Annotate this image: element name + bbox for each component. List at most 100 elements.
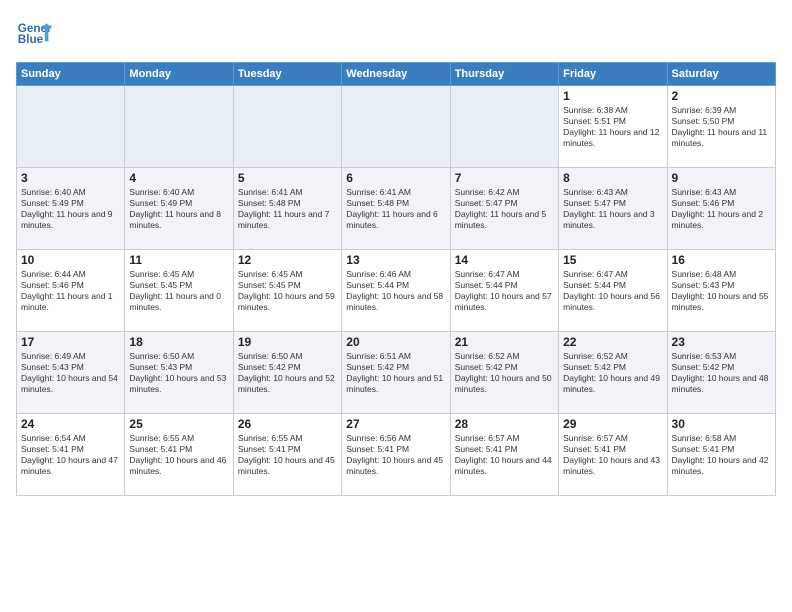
calendar-cell: 16Sunrise: 6:48 AMSunset: 5:43 PMDayligh… bbox=[667, 250, 775, 332]
day-info: Sunrise: 6:43 AM bbox=[563, 187, 662, 198]
day-number: 18 bbox=[129, 335, 228, 349]
day-number: 19 bbox=[238, 335, 337, 349]
calendar-cell: 21 Sunrise: 6:52 AMSunset: 5:42 PMDayligh… bbox=[450, 332, 558, 414]
calendar-cell: 28Sunrise: 6:57 AMSunset: 5:41 PMDayligh… bbox=[450, 414, 558, 496]
day-number: 10 bbox=[21, 253, 120, 267]
day-number: 20 bbox=[346, 335, 445, 349]
calendar-cell: 5Sunrise: 6:41 AMSunset: 5:48 PMDaylight… bbox=[233, 168, 341, 250]
day-info: Daylight: 11 hours and 11 minutes. bbox=[672, 127, 771, 149]
day-info: Sunrise: 6:57 AM bbox=[455, 433, 554, 444]
day-info: Sunset: 5:49 PM bbox=[21, 198, 120, 209]
svg-text:Blue: Blue bbox=[18, 33, 44, 46]
day-info: Sunrise: 6:45 AM bbox=[129, 269, 228, 280]
day-info: Daylight: 10 hours and 56 minutes. bbox=[563, 291, 662, 313]
calendar-cell: 15Sunrise: 6:47 AMSunset: 5:44 PMDayligh… bbox=[559, 250, 667, 332]
day-number: 4 bbox=[129, 171, 228, 185]
weekday-header-sunday: Sunday bbox=[17, 63, 125, 86]
calendar-cell: 14Sunrise: 6:47 AMSunset: 5:44 PMDayligh… bbox=[450, 250, 558, 332]
day-number: 13 bbox=[346, 253, 445, 267]
weekday-header-wednesday: Wednesday bbox=[342, 63, 450, 86]
day-number: 16 bbox=[672, 253, 771, 267]
day-info: Daylight: 11 hours and 0 minutes. bbox=[129, 291, 228, 313]
calendar-cell bbox=[125, 86, 233, 168]
calendar-week-3: 10Sunrise: 6:44 AMSunset: 5:46 PMDayligh… bbox=[17, 250, 776, 332]
day-number: 30 bbox=[672, 417, 771, 431]
day-info: Daylight: 10 hours and 43 minutes. bbox=[563, 455, 662, 477]
day-number: 1 bbox=[563, 89, 662, 103]
day-info: Sunrise: 6:41 AM bbox=[238, 187, 337, 198]
day-info: Sunset: 5:47 PM bbox=[455, 198, 554, 209]
day-info: Sunset: 5:48 PM bbox=[238, 198, 337, 209]
day-info: Sunrise: 6:50 AM bbox=[129, 351, 228, 362]
day-number: 2 bbox=[672, 89, 771, 103]
day-number: 8 bbox=[563, 171, 662, 185]
calendar-cell: 19Sunrise: 6:50 AMSunset: 5:42 PMDayligh… bbox=[233, 332, 341, 414]
day-number: 11 bbox=[129, 253, 228, 267]
day-info: Daylight: 10 hours and 44 minutes. bbox=[455, 455, 554, 477]
day-info: Sunrise: 6:49 AM bbox=[21, 351, 120, 362]
day-info: Sunrise: 6:40 AM bbox=[21, 187, 120, 198]
calendar-cell: 2Sunrise: 6:39 AMSunset: 5:50 PMDaylight… bbox=[667, 86, 775, 168]
day-info: Daylight: 10 hours and 49 minutes. bbox=[563, 373, 662, 395]
calendar-cell: 23Sunrise: 6:53 AMSunset: 5:42 PMDayligh… bbox=[667, 332, 775, 414]
calendar-cell: 20Sunrise: 6:51 AMSunset: 5:42 PMDayligh… bbox=[342, 332, 450, 414]
day-info: Daylight: 10 hours and 58 minutes. bbox=[346, 291, 445, 313]
day-number: 21 bbox=[455, 335, 554, 349]
day-info: Sunrise: 6:41 AM bbox=[346, 187, 445, 198]
day-number: 26 bbox=[238, 417, 337, 431]
day-info: Sunset: 5:44 PM bbox=[346, 280, 445, 291]
calendar-cell: 12Sunrise: 6:45 AMSunset: 5:45 PMDayligh… bbox=[233, 250, 341, 332]
day-info: Sunset: 5:51 PM bbox=[563, 116, 662, 127]
calendar-week-1: 1Sunrise: 6:38 AMSunset: 5:51 PMDaylight… bbox=[17, 86, 776, 168]
day-info: Daylight: 10 hours and 52 minutes. bbox=[238, 373, 337, 395]
day-info: Sunrise: 6:51 AM bbox=[346, 351, 445, 362]
weekday-header-monday: Monday bbox=[125, 63, 233, 86]
calendar-cell: 17Sunrise: 6:49 AMSunset: 5:43 PMDayligh… bbox=[17, 332, 125, 414]
day-number: 7 bbox=[455, 171, 554, 185]
day-info: Daylight: 10 hours and 57 minutes. bbox=[455, 291, 554, 313]
day-info: Sunset: 5:48 PM bbox=[346, 198, 445, 209]
day-info: Sunset: 5:43 PM bbox=[21, 362, 120, 373]
calendar-cell: 4Sunrise: 6:40 AMSunset: 5:49 PMDaylight… bbox=[125, 168, 233, 250]
day-info: Sunrise: 6:46 AM bbox=[346, 269, 445, 280]
day-info: Sunrise: 6:52 AM bbox=[563, 351, 662, 362]
weekday-header-saturday: Saturday bbox=[667, 63, 775, 86]
day-info: Daylight: 11 hours and 5 minutes. bbox=[455, 209, 554, 231]
day-number: 29 bbox=[563, 417, 662, 431]
day-info: Sunrise: 6:38 AM bbox=[563, 105, 662, 116]
day-info: Daylight: 10 hours and 55 minutes. bbox=[672, 291, 771, 313]
day-number: 28 bbox=[455, 417, 554, 431]
calendar-cell bbox=[450, 86, 558, 168]
header: General Blue bbox=[16, 16, 776, 52]
day-info: Sunrise: 6:44 AM bbox=[21, 269, 120, 280]
day-info: Daylight: 10 hours and 54 minutes. bbox=[21, 373, 120, 395]
day-info: Sunrise: 6:53 AM bbox=[672, 351, 771, 362]
day-info: Sunset: 5:42 PM bbox=[455, 362, 554, 373]
day-info: Daylight: 10 hours and 59 minutes. bbox=[238, 291, 337, 313]
calendar-cell: 3Sunrise: 6:40 AMSunset: 5:49 PMDaylight… bbox=[17, 168, 125, 250]
calendar-cell: 18Sunrise: 6:50 AMSunset: 5:43 PMDayligh… bbox=[125, 332, 233, 414]
calendar-cell: 10Sunrise: 6:44 AMSunset: 5:46 PMDayligh… bbox=[17, 250, 125, 332]
day-info: Sunrise: 6:54 AM bbox=[21, 433, 120, 444]
day-info: Sunset: 5:47 PM bbox=[563, 198, 662, 209]
day-number: 9 bbox=[672, 171, 771, 185]
day-info: Sunset: 5:43 PM bbox=[672, 280, 771, 291]
day-info: Sunset: 5:42 PM bbox=[563, 362, 662, 373]
day-info: Daylight: 10 hours and 46 minutes. bbox=[129, 455, 228, 477]
day-info: Daylight: 11 hours and 2 minutes. bbox=[672, 209, 771, 231]
day-info: Sunset: 5:42 PM bbox=[672, 362, 771, 373]
day-info: Sunrise: 6:45 AM bbox=[238, 269, 337, 280]
calendar-cell: 30Sunrise: 6:58 AMSunset: 5:41 PMDayligh… bbox=[667, 414, 775, 496]
day-info: Sunrise: 6:42 AM bbox=[455, 187, 554, 198]
weekday-header-tuesday: Tuesday bbox=[233, 63, 341, 86]
day-info: Daylight: 10 hours and 47 minutes. bbox=[21, 455, 120, 477]
day-number: 6 bbox=[346, 171, 445, 185]
calendar-cell: 7 Sunrise: 6:42 AMSunset: 5:47 PMDaylight… bbox=[450, 168, 558, 250]
day-info: Daylight: 10 hours and 45 minutes. bbox=[346, 455, 445, 477]
day-info: Sunset: 5:41 PM bbox=[238, 444, 337, 455]
day-info: Sunrise: 6:52 AM bbox=[455, 351, 554, 362]
day-number: 23 bbox=[672, 335, 771, 349]
day-info: Daylight: 11 hours and 12 minutes. bbox=[563, 127, 662, 149]
day-number: 15 bbox=[563, 253, 662, 267]
day-info: Daylight: 10 hours and 50 minutes. bbox=[455, 373, 554, 395]
